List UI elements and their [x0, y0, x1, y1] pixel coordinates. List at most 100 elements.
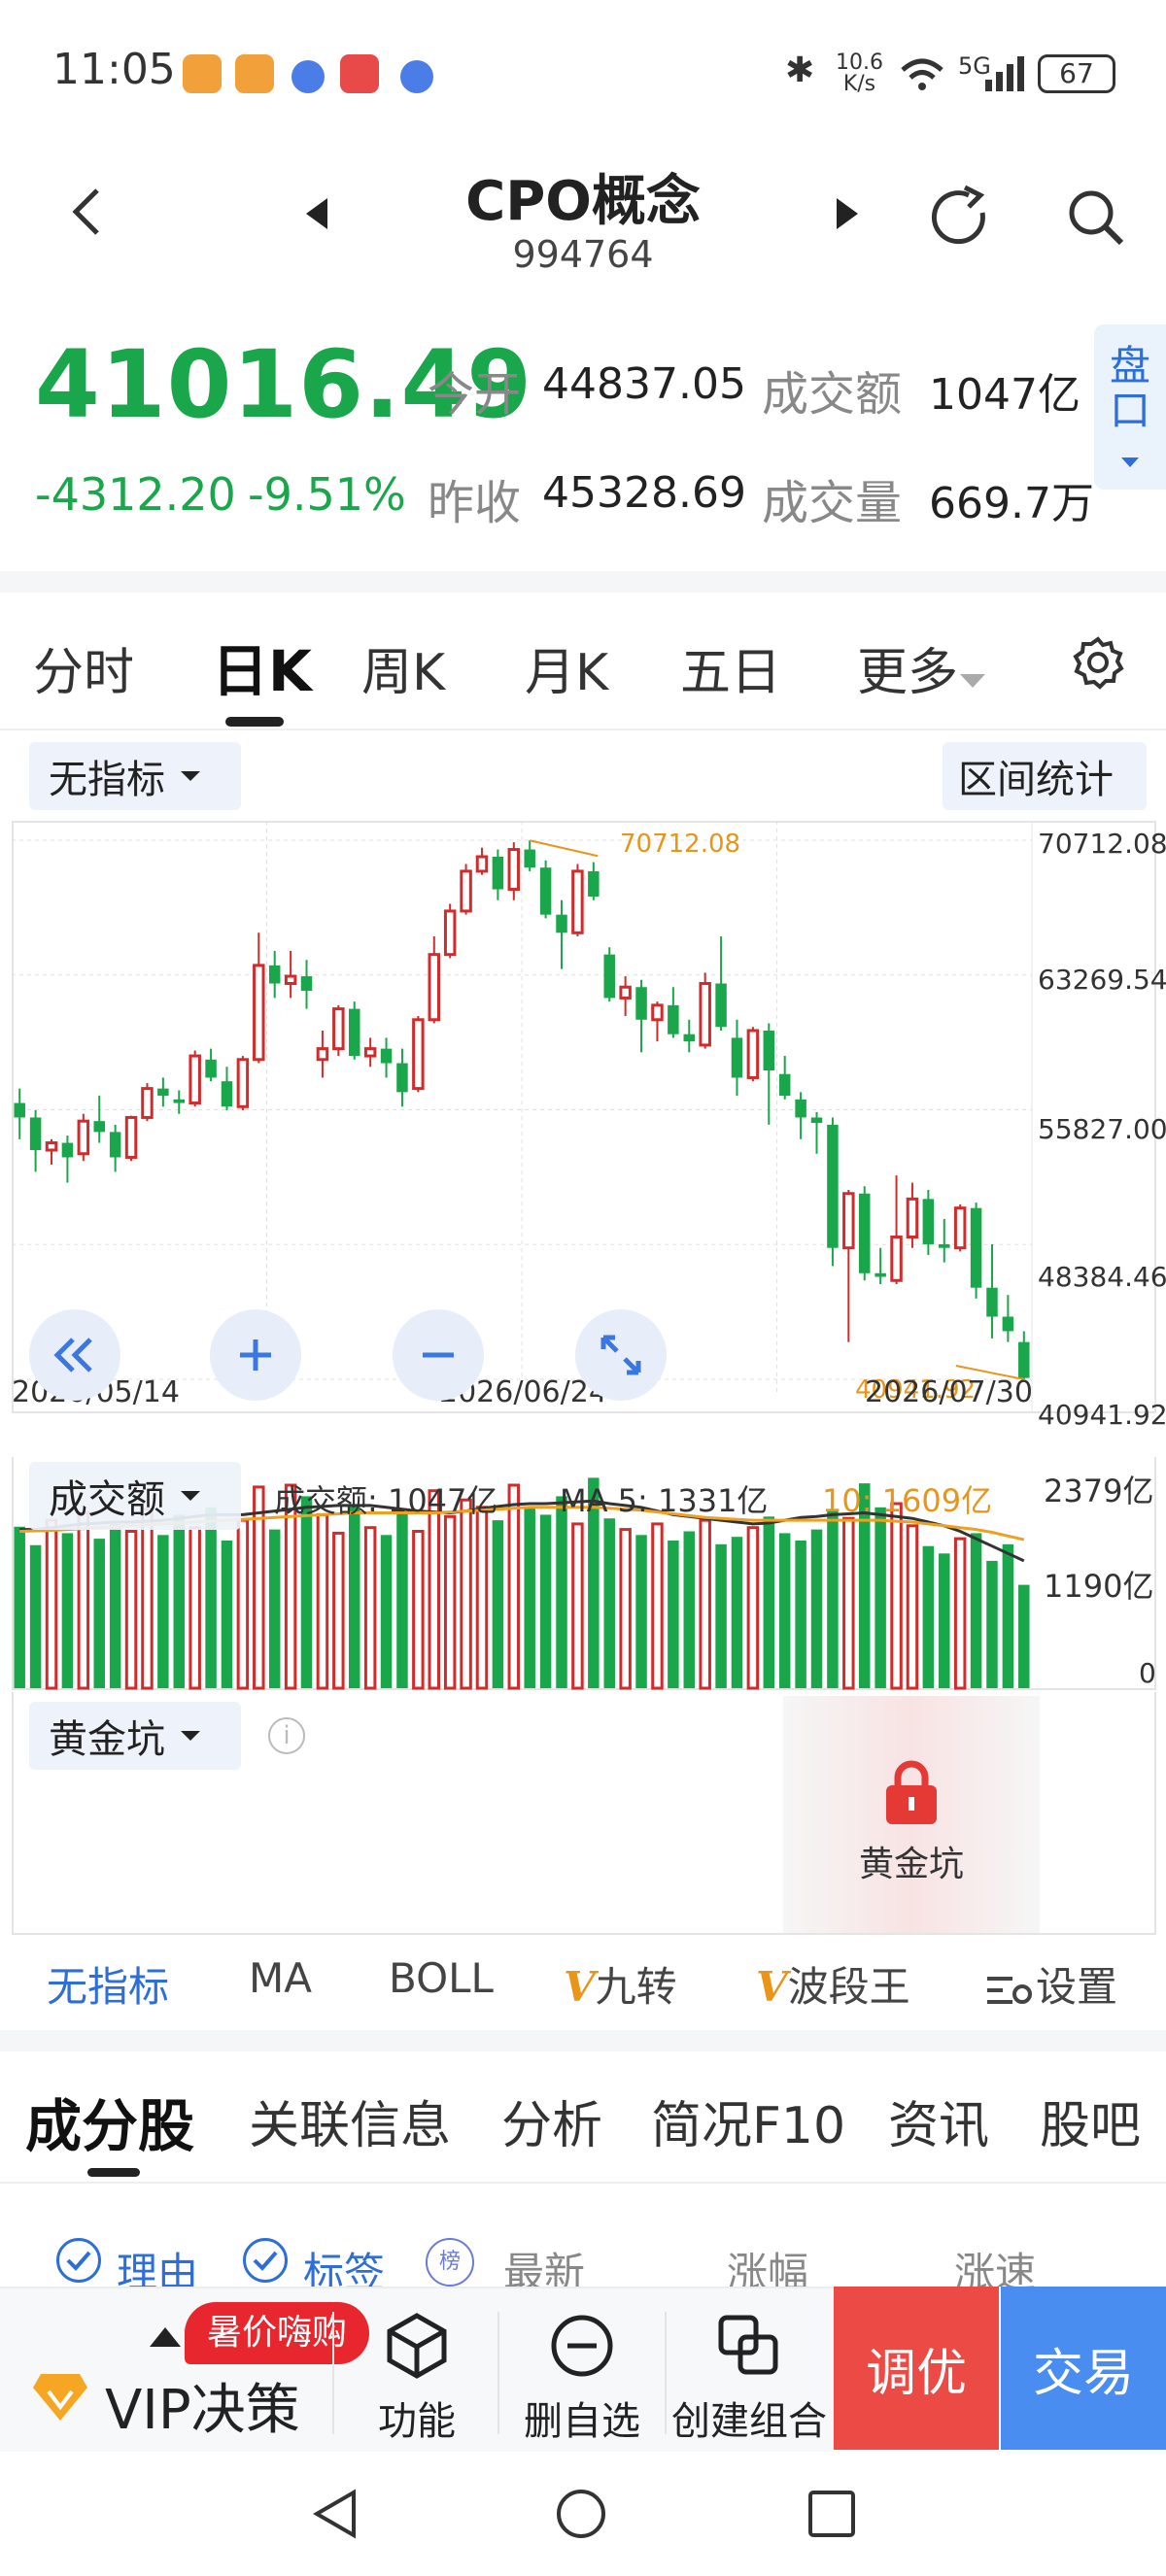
- candle-body: [1018, 1341, 1030, 1378]
- candle-body: [939, 1243, 950, 1248]
- check-circle-icon[interactable]: [56, 2238, 101, 2283]
- candle-body: [588, 870, 600, 898]
- divider: [0, 2182, 1166, 2184]
- tab-analysis[interactable]: 分析: [501, 2085, 602, 2157]
- indicator-tab-boll[interactable]: BOLL: [389, 1954, 494, 2002]
- volume-bar: [619, 1528, 632, 1690]
- y-tick-label: 40941.92: [1038, 1399, 1166, 1431]
- volume-bar: [61, 1533, 74, 1688]
- gold-pit-dropdown-label: 黄金坑: [49, 1717, 165, 1762]
- indicator-tab-nine[interactable]: V九转: [564, 1954, 677, 2014]
- turnover-value: 1047亿: [929, 370, 1080, 420]
- triangle-left-icon: [306, 198, 327, 229]
- open-label: 今开: [428, 367, 522, 422]
- volume-bar: [475, 1506, 489, 1690]
- locked-gold-pit-overlay[interactable]: 黄金坑: [783, 1696, 1040, 1933]
- tab-constituents[interactable]: 成分股: [25, 2081, 194, 2162]
- indicator-tab-ma[interactable]: MA: [249, 1954, 312, 2002]
- y-tick-label: 70712.08: [1038, 828, 1166, 860]
- tab-month-k[interactable]: 月K: [525, 631, 608, 704]
- tab-related-info[interactable]: 关联信息: [249, 2085, 451, 2157]
- back-button[interactable]: [58, 183, 117, 241]
- candle-body: [93, 1121, 105, 1133]
- nav-recents-icon[interactable]: [806, 2489, 857, 2539]
- candle-body: [268, 965, 281, 984]
- create-group-button[interactable]: 创建组合: [667, 2312, 832, 2446]
- indicator-settings[interactable]: 设置: [985, 1954, 1117, 2014]
- check-icon: [253, 2251, 278, 2271]
- volume-bar: [603, 1518, 615, 1688]
- indicator-tab-wave-label: 波段王: [787, 1963, 910, 2011]
- fullscreen-button[interactable]: [575, 1309, 667, 1401]
- divider: [0, 729, 1166, 730]
- y-tick-label: 55827.00: [1038, 1113, 1166, 1145]
- volume-bar: [29, 1544, 42, 1688]
- volume-legend-ma10: 10: 1609亿: [822, 1482, 993, 1519]
- indicator-tab-wave[interactable]: V波段王: [756, 1954, 910, 2014]
- volume-bar: [874, 1507, 886, 1688]
- volume-dropdown[interactable]: 成交额: [29, 1462, 241, 1530]
- zoom-in-button[interactable]: [210, 1309, 301, 1401]
- candle-body: [157, 1088, 169, 1097]
- tab-five-day[interactable]: 五日: [680, 631, 781, 704]
- volume-bar: [778, 1533, 791, 1688]
- tab-timeshare[interactable]: 分时: [33, 631, 134, 704]
- candle-body: [141, 1087, 154, 1119]
- volume-bar: [668, 1541, 679, 1688]
- search-button[interactable]: [1059, 181, 1133, 254]
- scroll-left-button[interactable]: [29, 1309, 120, 1401]
- zoom-out-button[interactable]: [393, 1309, 484, 1401]
- candle-body: [986, 1287, 998, 1317]
- refresh-button[interactable]: [923, 181, 997, 254]
- volume-axis-label: 1190亿: [1044, 1568, 1154, 1605]
- volume-bar: [635, 1535, 647, 1688]
- tab-week-k[interactable]: 周K: [361, 631, 445, 704]
- remove-watchlist-button[interactable]: 删自选: [499, 2312, 665, 2446]
- candle-body: [460, 869, 472, 913]
- prev-close-value: 45328.69: [542, 468, 746, 518]
- volume-bar: [141, 1508, 154, 1690]
- nav-back-icon[interactable]: [309, 2487, 363, 2541]
- nav-home-icon[interactable]: [554, 2487, 608, 2541]
- caret-down-icon: [181, 1491, 200, 1501]
- volume-bar: [683, 1531, 696, 1688]
- kline-chart[interactable]: [12, 821, 1156, 1413]
- bluetooth-icon: ✱: [785, 51, 815, 90]
- trade-button[interactable]: 交易: [1001, 2287, 1166, 2450]
- settings-button[interactable]: [1069, 633, 1127, 692]
- function-button[interactable]: 功能: [334, 2312, 499, 2446]
- candle-body: [842, 1192, 855, 1250]
- info-icon[interactable]: i: [268, 1717, 305, 1754]
- tab-news[interactable]: 资讯: [888, 2085, 989, 2157]
- candle-body: [953, 1206, 967, 1250]
- tab-day-k[interactable]: 日K: [212, 626, 312, 707]
- prev-stock-button[interactable]: [297, 190, 336, 237]
- next-stock-button[interactable]: [828, 190, 867, 237]
- range-stats-button[interactable]: 区间统计: [943, 742, 1147, 810]
- candle-body: [316, 1047, 329, 1062]
- volume-label: 成交量: [762, 476, 903, 530]
- candle-body: [731, 1037, 743, 1078]
- tune-button[interactable]: 调优: [834, 2287, 999, 2450]
- pankou-button[interactable]: 盘口: [1094, 324, 1166, 490]
- tab-forum[interactable]: 股吧: [1040, 2085, 1141, 2157]
- expand-icon: [600, 1335, 641, 1375]
- tab-f10[interactable]: 简况F10: [651, 2085, 845, 2157]
- y-tick-label: 48384.46: [1038, 1261, 1166, 1293]
- vip-decision-button[interactable]: VIP决策: [105, 2366, 300, 2445]
- v-badge-icon: V: [756, 1963, 788, 2011]
- system-nav-bar: [0, 2452, 1166, 2576]
- candle-body: [332, 1007, 345, 1051]
- volume-bar: [539, 1514, 552, 1688]
- candle-body: [635, 987, 647, 1020]
- indicator-dropdown[interactable]: 无指标: [29, 742, 241, 810]
- tab-more-label: 更多: [857, 644, 959, 702]
- gold-pit-dropdown[interactable]: 黄金坑: [29, 1702, 241, 1770]
- volume-bar: [396, 1512, 408, 1688]
- caret-down-icon: [181, 771, 200, 781]
- tab-more[interactable]: 更多: [857, 631, 987, 704]
- indicator-tab-none[interactable]: 无指标: [47, 1954, 169, 2014]
- indicator-dropdown-label: 无指标: [49, 758, 165, 802]
- volume-bar: [205, 1507, 217, 1688]
- check-circle-icon[interactable]: [243, 2238, 288, 2283]
